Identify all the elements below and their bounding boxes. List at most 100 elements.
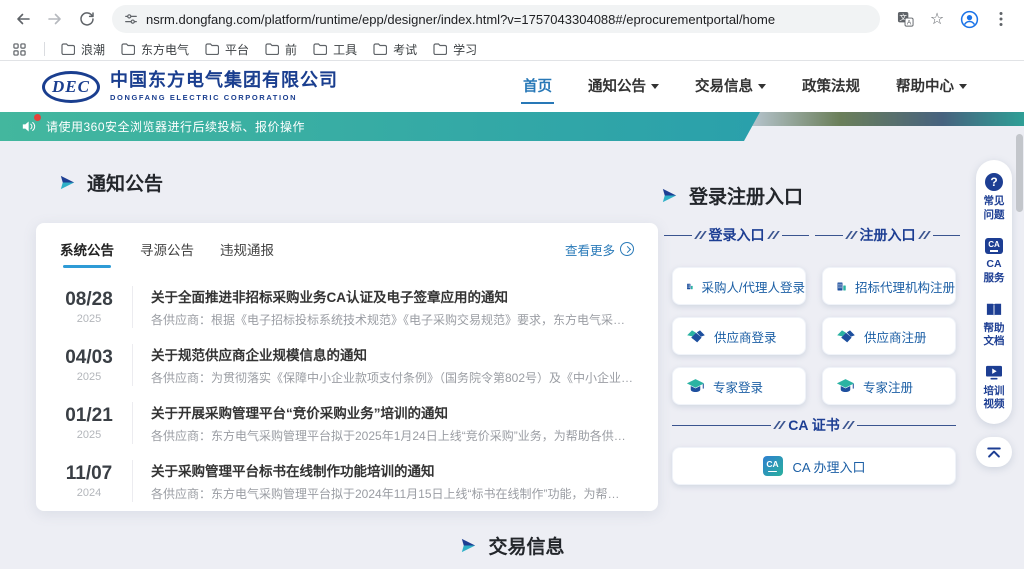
bookmark-label: 考试 [393, 41, 417, 58]
announcement-list: 08/28 2025 关于全面推进非招标采购业务CA认证及电子签章应用的通知 各… [60, 278, 634, 510]
bookmark-folder[interactable]: 平台 [205, 41, 249, 58]
login-register-section-title: 登录注册入口 [660, 182, 803, 209]
bookmark-folder[interactable]: 东方电气 [121, 41, 189, 58]
announcement-date: 04/03 2025 [60, 347, 118, 383]
notice-text: 请使用360安全浏览器进行后续投标、报价操作 [46, 118, 305, 135]
section-arrow-icon [459, 536, 478, 555]
bookmark-folder[interactable]: 工具 [313, 41, 357, 58]
scrollbar-thumb[interactable] [1016, 134, 1023, 212]
announcement-item[interactable]: 08/28 2025 关于全面推进非招标采购业务CA认证及电子签章应用的通知 各… [60, 278, 634, 336]
company-logo[interactable]: DEC 中国东方电气集团有限公司 DONGFANG ELECTRIC CORPO… [42, 71, 338, 103]
bookmark-star-button[interactable]: ☆ [924, 6, 950, 32]
announcement-item[interactable]: 04/03 2025 关于规范供应商企业规模信息的通知 各供应商：为贯彻落实《保… [60, 336, 634, 394]
supplier-register-button[interactable]: 供应商注册 [822, 317, 956, 355]
section-arrow-icon [660, 186, 679, 205]
announcement-title[interactable]: 关于规范供应商企业规模信息的通知 [151, 344, 634, 364]
kebab-menu-icon [999, 11, 1003, 27]
company-name-en: DONGFANG ELECTRIC CORPORATION [110, 93, 338, 102]
sidebar-item-help-docs[interactable]: 帮助文档 [982, 302, 1006, 349]
ca-certificate-header: CA 证书 [672, 415, 956, 435]
page-body: DEC 中国东方电气集团有限公司 DONGFANG ELECTRIC CORPO… [0, 61, 1024, 569]
announcement-tabs: 系统公告 寻源公告 违规通报 查看更多 [60, 239, 634, 268]
folder-icon [373, 43, 387, 55]
announcements-card: 系统公告 寻源公告 违规通报 查看更多 08/28 2025 关于全面推进非招标… [36, 223, 658, 511]
menu-button[interactable] [988, 6, 1014, 32]
announcement-desc: 各供应商：为贯彻落实《保障中小企业款项支付条例》（国务院令第802号）及《中小企… [151, 369, 634, 386]
dropdown-caret-icon [758, 84, 766, 89]
notice-bar: 请使用360安全浏览器进行后续投标、报价操作 [0, 112, 760, 141]
chevron-right-circle-icon [620, 242, 634, 256]
bookmark-label: 东方电气 [141, 41, 189, 58]
url-bar[interactable]: nsrm.dongfang.com/platform/runtime/epp/d… [112, 5, 880, 33]
building-icon [686, 278, 694, 295]
announcement-date: 01/21 2025 [60, 405, 118, 441]
nav-help-center[interactable]: 帮助中心 [894, 69, 969, 104]
graduation-cap-icon [836, 378, 855, 394]
nav-home[interactable]: 首页 [521, 69, 554, 104]
nav-policies[interactable]: 政策法规 [800, 69, 862, 104]
bookmark-label: 平台 [225, 41, 249, 58]
announcement-title[interactable]: 关于开展采购管理平台“竞价采购业务”培训的通知 [151, 402, 634, 422]
ca-card-icon: CA [985, 238, 1003, 254]
bidding-agency-register-button[interactable]: 招标代理机构注册 [822, 267, 956, 305]
company-name-cn: 中国东方电气集团有限公司 [110, 71, 338, 91]
folder-icon [121, 43, 135, 55]
announcement-title[interactable]: 关于全面推进非招标采购业务CA认证及电子签章应用的通知 [151, 286, 634, 306]
announcement-date: 08/28 2025 [60, 289, 118, 325]
back-icon [15, 11, 31, 27]
svg-text:A: A [906, 19, 911, 26]
announcement-item[interactable]: 11/07 2024 关于采购管理平台标书在线制作功能培训的通知 各供应商：东方… [60, 452, 634, 510]
video-icon [985, 365, 1003, 381]
building-icon [836, 278, 847, 295]
section-arrow-icon [58, 173, 77, 192]
bookmark-folder[interactable]: 前 [265, 41, 297, 58]
apps-grid-button[interactable] [10, 40, 28, 58]
folder-icon [433, 43, 447, 55]
apps-grid-icon [13, 43, 26, 56]
translate-button[interactable]: 文A [892, 6, 918, 32]
translate-icon: 文A [897, 11, 914, 28]
ca-apply-button[interactable]: CA CA 办理入口 [672, 447, 956, 485]
announcements-section-title: 通知公告 [58, 169, 163, 196]
handshake-icon [836, 328, 856, 344]
nav-notices[interactable]: 通知公告 [586, 69, 661, 104]
transactions-section-title: 交易信息 [459, 532, 564, 559]
expert-login-button[interactable]: 专家登录 [672, 367, 806, 405]
expert-register-button[interactable]: 专家注册 [822, 367, 956, 405]
sidebar-item-faq[interactable]: ? 常见问题 [982, 173, 1006, 222]
forward-button[interactable] [42, 6, 68, 32]
bookmarks-bar: 浪潮 东方电气 平台 前 工具 考试 学习 [0, 38, 1024, 60]
browser-chrome: nsrm.dongfang.com/platform/runtime/epp/d… [0, 0, 1024, 61]
bookmark-folder[interactable]: 浪潮 [61, 41, 105, 58]
announcement-desc: 各供应商：东方电气采购管理平台拟于2024年11月15日上线“标书在线制作”功能… [151, 485, 634, 502]
announcement-desc: 各供应商：根据《电子招标投标系统技术规范》《电子采购交易规范》要求，东方电气采购… [151, 311, 634, 328]
announcement-desc: 各供应商：东方电气采购管理平台拟于2025年1月24日上线“竞价采购”业务，为帮… [151, 427, 634, 444]
bookmark-label: 前 [285, 41, 297, 58]
sidebar-item-training-videos[interactable]: 培训视频 [982, 365, 1006, 412]
announcement-title[interactable]: 关于采购管理平台标书在线制作功能培训的通知 [151, 460, 634, 480]
back-button[interactable] [10, 6, 36, 32]
tab-violation-reports[interactable]: 违规通报 [220, 239, 274, 268]
view-more-link[interactable]: 查看更多 [565, 240, 634, 268]
supplier-login-button[interactable]: 供应商登录 [672, 317, 806, 355]
nav-transactions[interactable]: 交易信息 [693, 69, 768, 104]
book-icon [985, 302, 1003, 318]
dec-logo-icon: DEC [42, 71, 100, 103]
tune-icon [124, 12, 138, 26]
folder-icon [61, 43, 75, 55]
back-to-top-button[interactable] [976, 437, 1012, 467]
announcement-date: 11/07 2024 [60, 463, 118, 499]
bookmark-folder[interactable]: 考试 [373, 41, 417, 58]
reload-button[interactable] [74, 6, 100, 32]
notification-dot [34, 114, 41, 121]
transactions-section: 交易信息 [0, 532, 1024, 559]
tab-sourcing-notices[interactable]: 寻源公告 [140, 239, 194, 268]
announcement-item[interactable]: 01/21 2025 关于开展采购管理平台“竞价采购业务”培训的通知 各供应商：… [60, 394, 634, 452]
tab-system-notices[interactable]: 系统公告 [60, 239, 114, 268]
login-entrance-header: 登录入口 [664, 225, 809, 245]
purchaser-login-button[interactable]: 采购人/代理人登录 [672, 267, 806, 305]
bookmark-folder[interactable]: 学习 [433, 41, 477, 58]
folder-icon [265, 43, 279, 55]
sidebar-item-ca-service[interactable]: CA CA服务 [982, 238, 1006, 285]
profile-button[interactable] [956, 6, 982, 32]
